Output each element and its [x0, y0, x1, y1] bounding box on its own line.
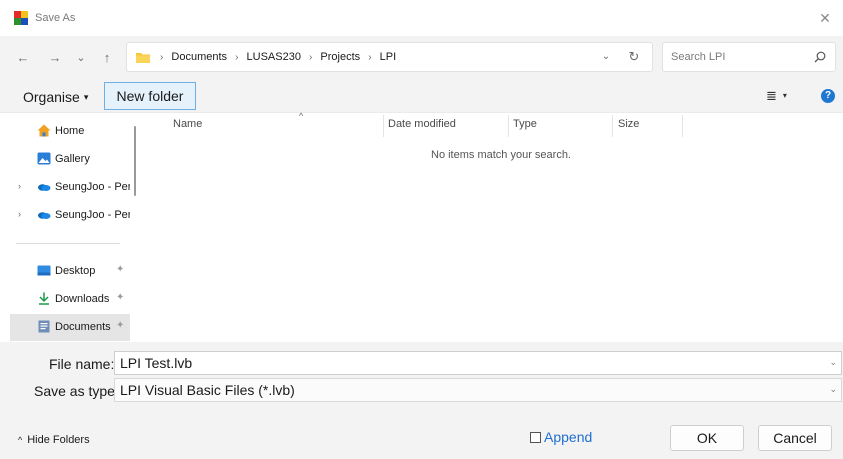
file-name-value[interactable]: LPI Test.lvb: [120, 355, 192, 371]
window-title: Save As: [35, 12, 76, 24]
column-header-name[interactable]: Name ^: [173, 111, 303, 137]
title-bar: Save As ✕: [0, 0, 843, 36]
hide-folders-button[interactable]: ^ Hide Folders: [18, 434, 90, 446]
file-name-label: File name:: [49, 356, 115, 372]
view-options-button[interactable]: ≣ ▾: [766, 88, 787, 104]
refresh-icon[interactable]: ↻: [626, 49, 642, 65]
search-placeholder: Search LPI: [671, 51, 726, 63]
up-arrow-icon[interactable]: ↑: [98, 49, 116, 67]
sidebar-item-onedrive-2[interactable]: › SeungJoo - Pers: [10, 202, 130, 228]
breadcrumb-projects[interactable]: Projects: [320, 51, 360, 63]
organise-label: Organise: [23, 89, 80, 105]
caret-down-icon: ▾: [83, 92, 89, 102]
sidebar-item-gallery[interactable]: Gallery: [10, 146, 130, 172]
column-divider[interactable]: [682, 115, 683, 137]
hide-folders-label: Hide Folders: [27, 434, 90, 446]
dialog-footer: ^ Hide Folders Append OK Cancel: [0, 407, 843, 459]
address-dropdown-icon[interactable]: ⌄: [600, 50, 612, 64]
sidebar-item-label: SeungJoo - Pers: [55, 209, 130, 221]
column-divider[interactable]: [508, 115, 509, 137]
navigation-pane: Home Gallery › SeungJoo - Pers › SeungJo…: [0, 113, 143, 342]
address-bar[interactable]: › Documents › LUSAS230 › Projects › LPI …: [126, 42, 653, 72]
onedrive-cloud-icon: [38, 184, 51, 191]
breadcrumb-separator[interactable]: ›: [235, 52, 238, 63]
sidebar-item-home[interactable]: Home: [10, 118, 130, 144]
sidebar-item-documents[interactable]: Documents ✦: [10, 314, 130, 341]
forward-arrow-icon[interactable]: →: [46, 49, 64, 67]
cancel-button[interactable]: Cancel: [758, 425, 832, 451]
save-as-type-label: Save as type:: [34, 383, 119, 399]
documents-icon: [38, 320, 50, 333]
column-divider[interactable]: [612, 115, 613, 137]
breadcrumb: › Documents › LUSAS230 › Projects › LPI: [155, 51, 396, 63]
search-icon[interactable]: [814, 51, 826, 63]
sidebar-item-label: Home: [55, 125, 85, 137]
new-folder-button[interactable]: New folder: [104, 82, 196, 110]
navigation-bar: ← → ⌄ ↑ › Documents › LUSAS230 › Project…: [0, 36, 843, 80]
pin-icon[interactable]: ✦: [116, 292, 124, 303]
gallery-icon: [37, 152, 51, 165]
column-header-type[interactable]: Type: [513, 113, 537, 137]
sidebar-item-label: SeungJoo - Pers: [55, 181, 130, 193]
save-fields: File name: LPI Test.lvb ⌄ Save as type: …: [0, 342, 843, 407]
ok-button[interactable]: OK: [670, 425, 744, 451]
back-arrow-icon[interactable]: ←: [14, 49, 32, 67]
column-header-size[interactable]: Size: [618, 113, 639, 137]
breadcrumb-separator[interactable]: ›: [309, 52, 312, 63]
help-icon[interactable]: ?: [821, 89, 835, 103]
onedrive-cloud-icon: [38, 212, 51, 219]
chevron-down-icon[interactable]: ⌄: [829, 357, 837, 368]
breadcrumb-separator[interactable]: ›: [368, 52, 371, 63]
close-icon[interactable]: ✕: [815, 8, 835, 28]
chevron-down-icon[interactable]: ⌄: [829, 384, 837, 395]
list-view-icon: ≣: [766, 88, 777, 103]
breadcrumb-separator: ›: [160, 52, 164, 63]
sidebar-scrollbar[interactable]: [134, 126, 136, 196]
chevron-up-icon: ^: [18, 435, 23, 445]
organise-menu-button[interactable]: Organise ▾: [23, 89, 88, 105]
sidebar-item-downloads[interactable]: Downloads ✦: [10, 286, 130, 312]
append-checkbox[interactable]: Append: [530, 429, 592, 445]
sidebar-divider: [16, 243, 120, 244]
file-name-field[interactable]: LPI Test.lvb ⌄: [114, 351, 842, 375]
expand-chevron-icon[interactable]: ›: [18, 181, 21, 191]
search-box[interactable]: Search LPI: [662, 42, 836, 72]
breadcrumb-documents[interactable]: Documents: [171, 51, 227, 63]
sidebar-item-label: Gallery: [55, 153, 90, 165]
download-icon: [39, 292, 49, 305]
caret-down-icon: ▾: [782, 91, 787, 100]
folder-icon: [136, 53, 150, 63]
pin-icon[interactable]: ✦: [116, 264, 124, 275]
command-bar: Organise ▾ New folder ≣ ▾ ?: [0, 80, 843, 113]
home-icon: [37, 124, 51, 137]
pin-icon[interactable]: ✦: [116, 320, 124, 331]
empty-list-message: No items match your search.: [431, 149, 571, 161]
save-as-type-value: LPI Visual Basic Files (*.lvb): [120, 382, 295, 398]
desktop-icon: [37, 265, 51, 276]
sidebar-item-desktop[interactable]: Desktop ✦: [10, 258, 130, 284]
checkbox-box[interactable]: [530, 432, 541, 443]
breadcrumb-lusas230[interactable]: LUSAS230: [247, 51, 301, 63]
expand-chevron-icon[interactable]: ›: [18, 209, 21, 219]
sidebar-item-onedrive-1[interactable]: › SeungJoo - Pers: [10, 174, 130, 200]
file-list: Name ^ Date modified Type Size No items …: [143, 111, 843, 342]
append-label: Append: [544, 429, 593, 445]
recent-locations-chevron-icon[interactable]: ⌄: [72, 49, 90, 67]
save-as-type-select[interactable]: LPI Visual Basic Files (*.lvb) ⌄: [114, 378, 842, 402]
sort-ascending-icon: ^: [299, 111, 304, 121]
lusas-app-icon: [14, 11, 28, 25]
column-header-date-modified[interactable]: Date modified: [388, 113, 456, 137]
column-divider[interactable]: [383, 115, 384, 137]
breadcrumb-lpi[interactable]: LPI: [380, 51, 397, 63]
